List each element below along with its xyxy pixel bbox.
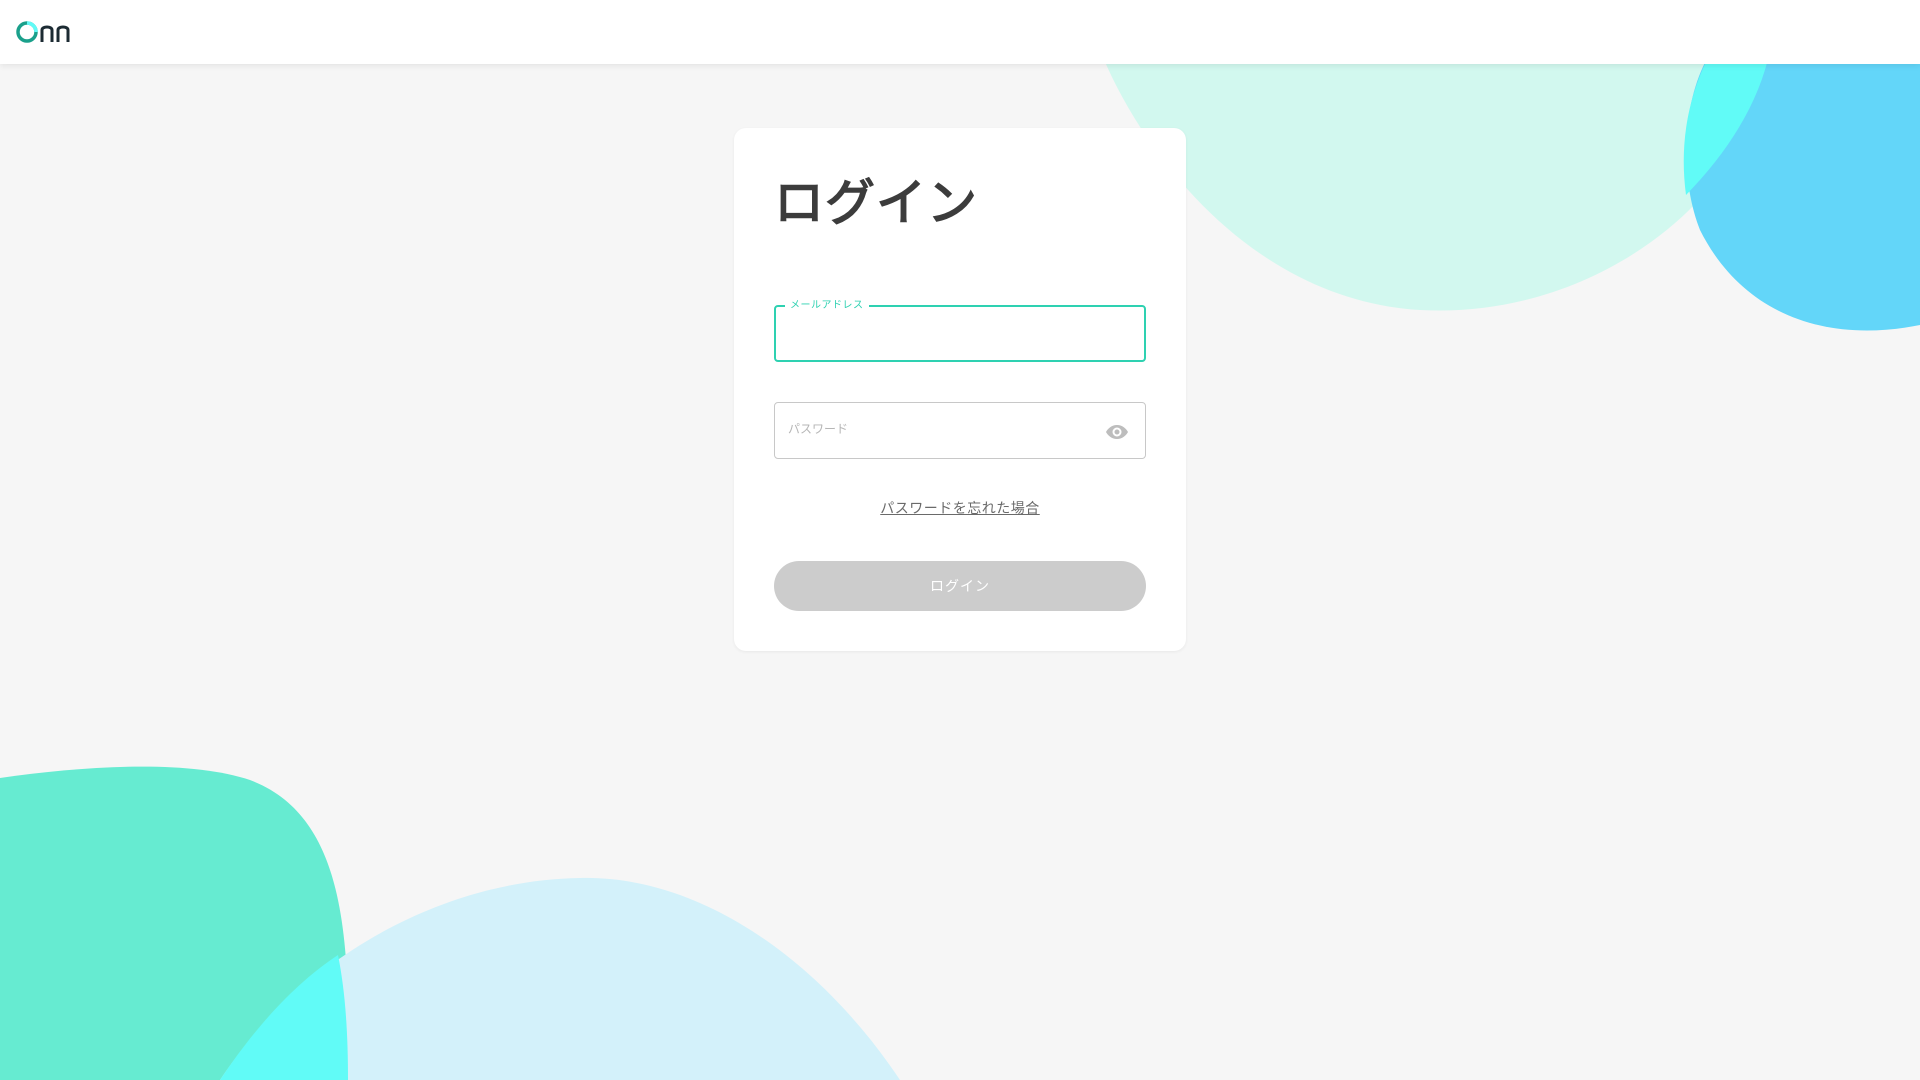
password-input[interactable] [775, 403, 1145, 458]
top-header [0, 0, 1920, 64]
email-field-container[interactable]: メールアドレス [774, 299, 1146, 362]
password-field-container[interactable] [774, 402, 1146, 459]
login-button[interactable]: ログイン [774, 561, 1146, 611]
eye-icon[interactable] [1105, 420, 1129, 444]
forgot-password-link[interactable]: パスワードを忘れた場合 [734, 498, 1186, 518]
login-page: ログイン メールアドレス パスワードを忘れた場合 ログイン [0, 0, 1920, 1080]
login-card: ログイン メールアドレス パスワードを忘れた場合 ログイン [734, 128, 1186, 651]
blob-top-mint [1100, 50, 1770, 311]
onn-logo-icon [16, 21, 70, 43]
page-title: ログイン [774, 174, 978, 232]
onn-logo[interactable] [16, 18, 82, 46]
email-input[interactable] [776, 307, 1144, 360]
